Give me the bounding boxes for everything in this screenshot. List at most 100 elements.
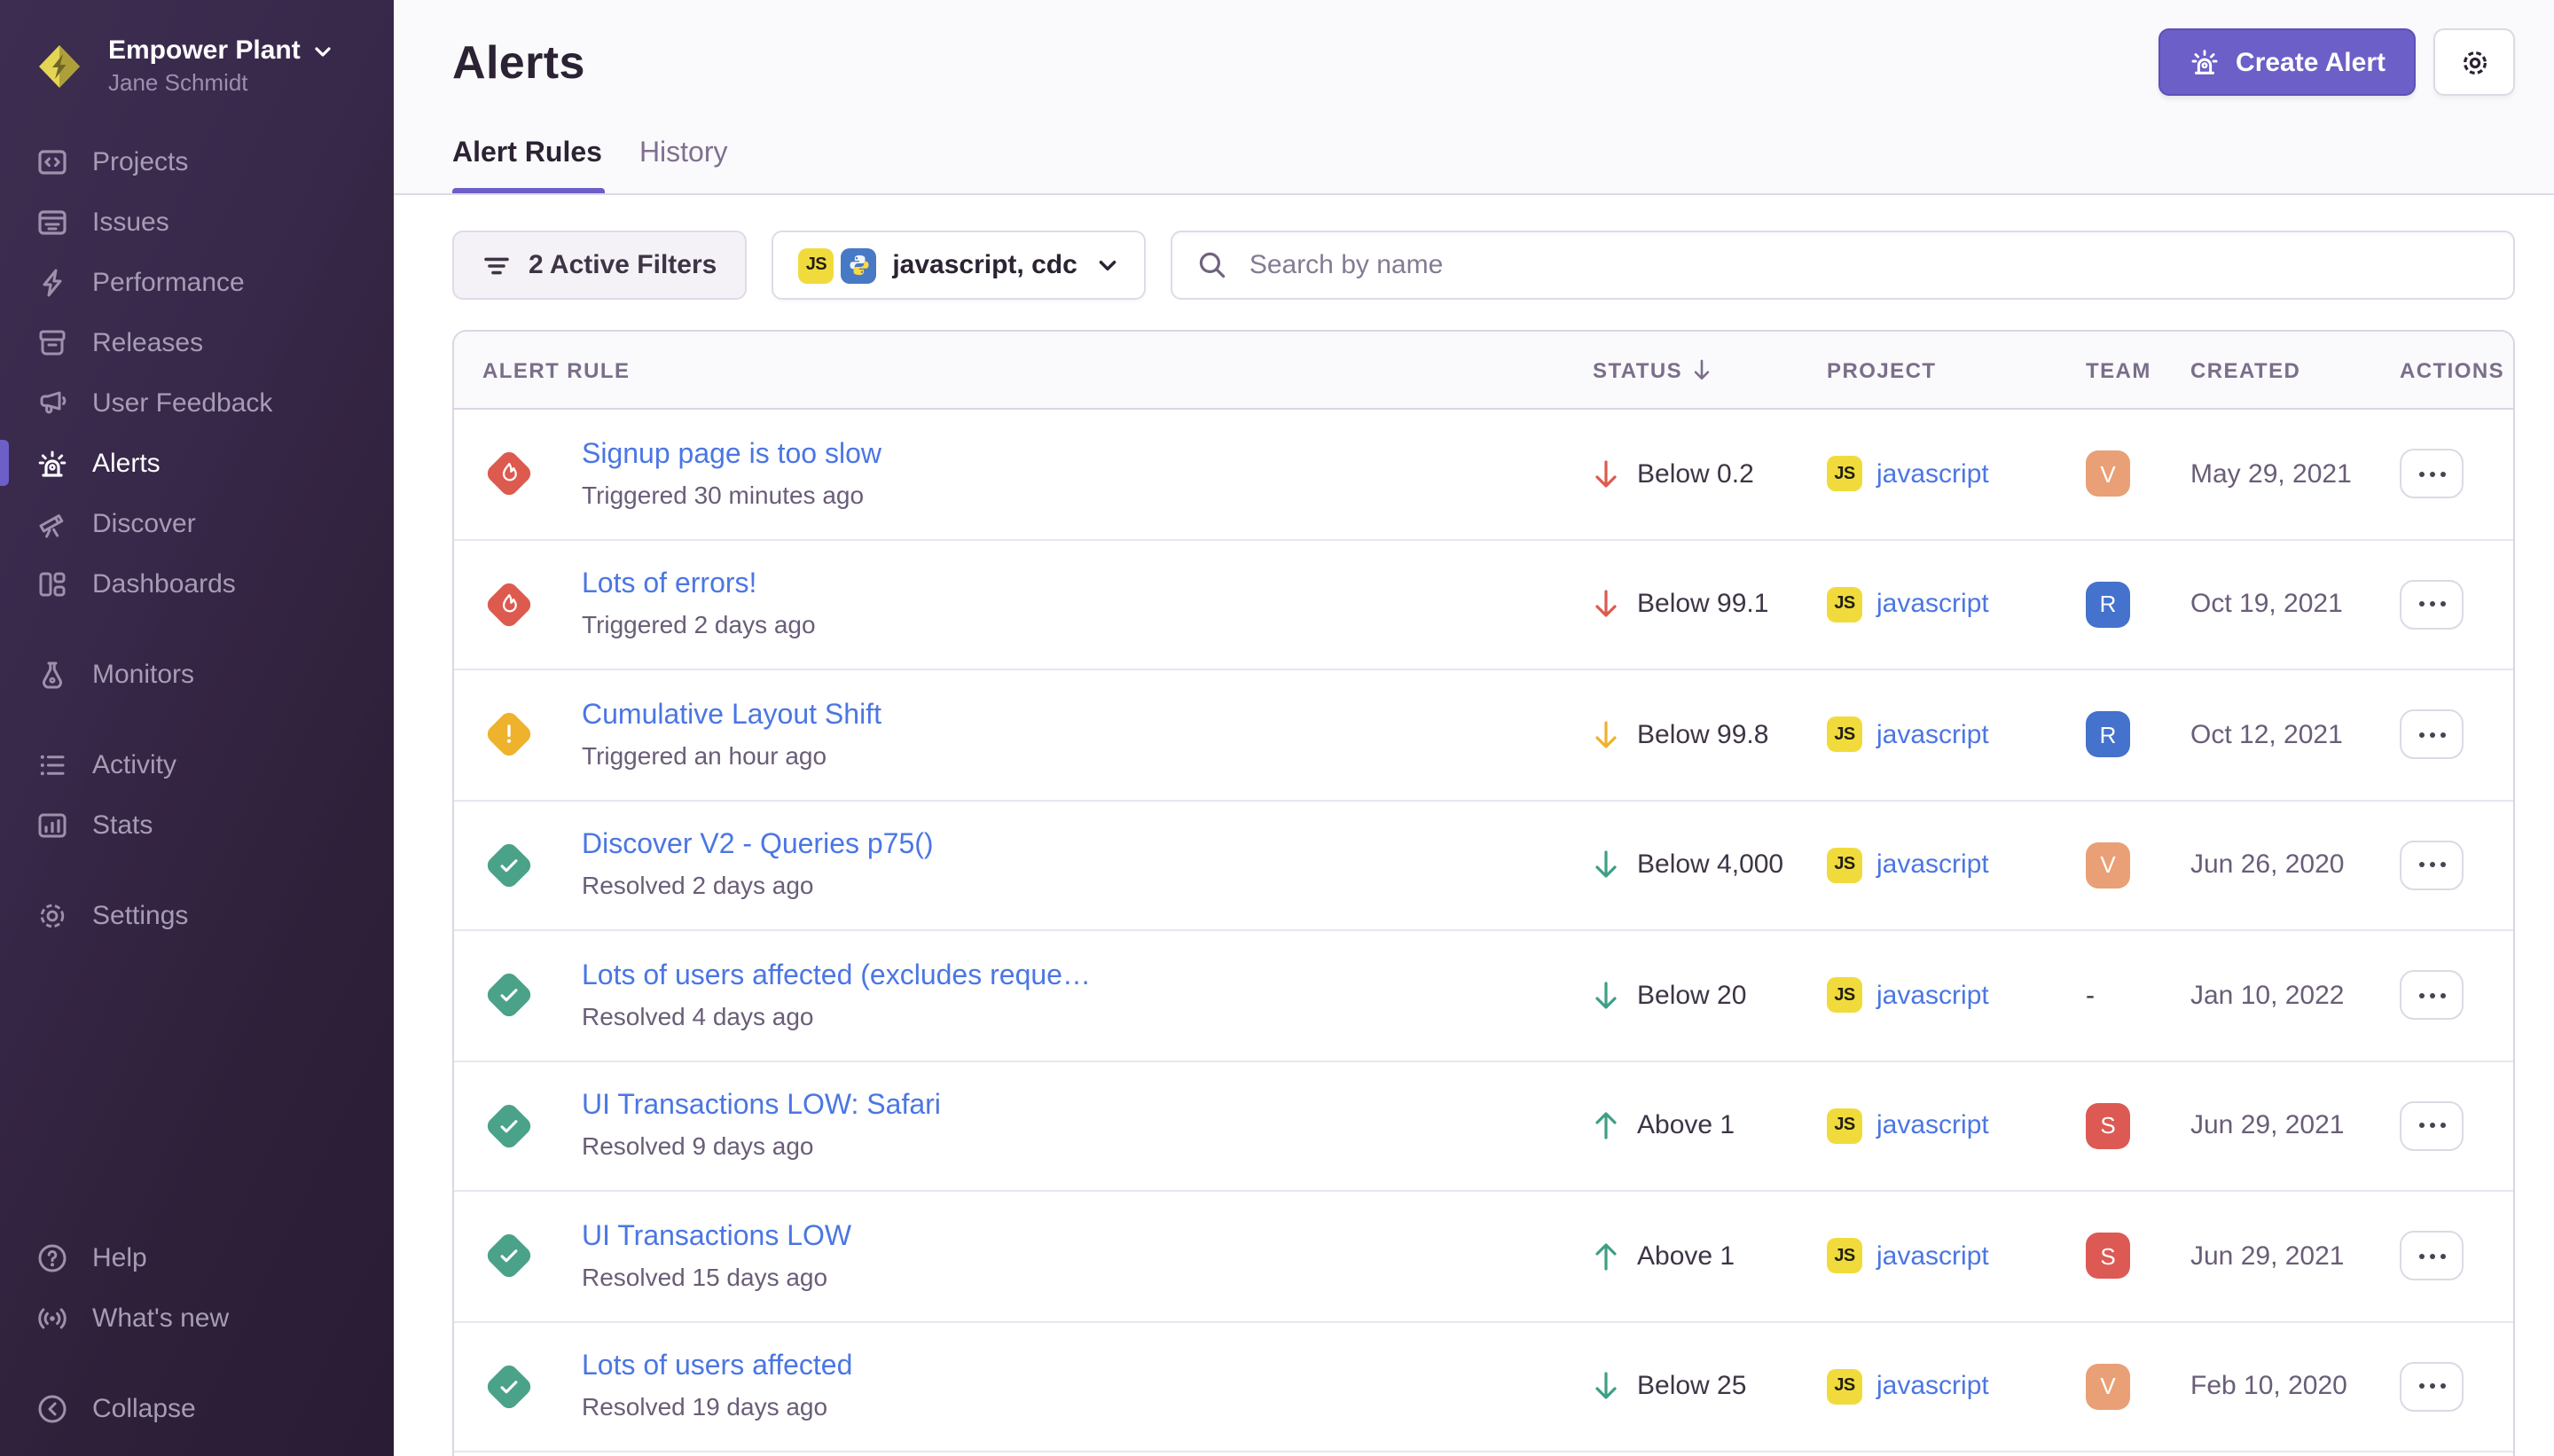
created-date: Feb 10, 2020 (2190, 1372, 2400, 1402)
projects-icon (35, 145, 69, 178)
main-content: Alerts Create Alert Alert Rules History (394, 0, 2554, 1456)
alert-warning-icon (484, 710, 534, 760)
project-link[interactable]: javascript (1876, 981, 1989, 1011)
chevron-down-icon (313, 41, 334, 62)
tab-alert-rules[interactable]: Alert Rules (452, 138, 606, 193)
row-actions-button[interactable] (2400, 710, 2464, 760)
tab-history[interactable]: History (639, 138, 732, 193)
sidebar-item-activity[interactable]: Activity (0, 734, 394, 795)
sidebar-item-label: Settings (92, 900, 188, 930)
sidebar-item-settings[interactable]: Settings (0, 885, 394, 945)
gear-icon (35, 898, 69, 932)
alert-rule-link[interactable]: Cumulative Layout Shift (582, 701, 881, 732)
alert-resolved-icon (484, 971, 534, 1021)
status-value: Below 99.1 (1637, 590, 1768, 620)
sidebar-item-label: Issues (92, 207, 169, 237)
column-header-project[interactable]: PROJECT (1827, 357, 2086, 382)
alert-rule-link[interactable]: Discover V2 - Queries p75() (582, 831, 934, 863)
issues-icon (35, 205, 69, 239)
created-date: Oct 19, 2021 (2190, 590, 2400, 620)
status-value: Below 0.2 (1637, 459, 1754, 489)
sidebar-item-projects[interactable]: Projects (0, 131, 394, 192)
table-row: Cumulative Layout Shift Triggered an hou… (454, 670, 2513, 801)
javascript-icon: JS (1827, 848, 1862, 883)
alert-rule-link[interactable]: Lots of errors! (582, 570, 816, 602)
sidebar: Empower Plant Jane Schmidt Projects Issu… (0, 0, 394, 1456)
sidebar-nav-activity: Activity Stats (0, 734, 394, 855)
create-alert-button[interactable]: Create Alert (2158, 28, 2416, 96)
status-value: Below 99.8 (1637, 720, 1768, 750)
releases-icon (35, 325, 69, 359)
table-header: ALERT RULE STATUS PROJECT TEAM CREATED A… (454, 332, 2513, 410)
created-date: Jun 29, 2021 (2190, 1241, 2400, 1272)
siren-icon (35, 446, 69, 480)
sidebar-item-label: Projects (92, 146, 188, 176)
sidebar-item-monitors[interactable]: Monitors (0, 644, 394, 704)
sidebar-item-alerts[interactable]: Alerts (0, 433, 394, 493)
table-row: Lots of users affected Resolved 19 days … (454, 1322, 2513, 1452)
user-name: Jane Schmidt (108, 67, 334, 98)
column-header-status[interactable]: STATUS (1593, 357, 1827, 382)
alerts-settings-button[interactable] (2433, 28, 2515, 96)
sort-descending-icon (1691, 358, 1711, 381)
project-link[interactable]: javascript (1876, 459, 1989, 489)
sidebar-item-performance[interactable]: Performance (0, 252, 394, 312)
sidebar-item-label: Alerts (92, 448, 161, 478)
alerts-body: 2 Active Filters JS javascript, cdc (394, 195, 2554, 1456)
project-selector[interactable]: JS javascript, cdc (772, 231, 1146, 300)
table-row: Discover V2 - Queries p75() Resolved 2 d… (454, 801, 2513, 931)
alert-rule-link[interactable]: Signup page is too slow (582, 440, 881, 472)
row-actions-button[interactable] (2400, 1101, 2464, 1151)
sidebar-item-help[interactable]: Help (0, 1227, 394, 1288)
active-filters-button[interactable]: 2 Active Filters (452, 231, 747, 300)
created-date: May 29, 2021 (2190, 459, 2400, 489)
project-link[interactable]: javascript (1876, 720, 1989, 750)
row-actions-button[interactable] (2400, 971, 2464, 1021)
sidebar-item-label: Stats (92, 810, 153, 840)
column-header-alert-rule[interactable]: ALERT RULE (454, 357, 1593, 382)
column-header-created[interactable]: CREATED (2190, 357, 2400, 382)
row-actions-button[interactable] (2400, 1362, 2464, 1412)
alert-rule-link[interactable]: Lots of users affected (excludes reque… (582, 961, 1091, 993)
org-switcher[interactable]: Empower Plant Jane Schmidt (0, 0, 394, 98)
project-link[interactable]: javascript (1876, 850, 1989, 881)
alert-rule-subtitle: Resolved 4 days ago (582, 1002, 1091, 1030)
search-icon (1198, 250, 1228, 280)
sidebar-item-whats-new[interactable]: What's new (0, 1288, 394, 1348)
table-row: UI Transactions LOW: Safari Resolved 9 d… (454, 1061, 2513, 1192)
alert-rule-subtitle: Triggered 30 minutes ago (582, 481, 881, 509)
page-header: Alerts Create Alert Alert Rules History (394, 0, 2554, 195)
create-alert-label: Create Alert (2236, 47, 2386, 77)
sidebar-item-dashboards[interactable]: Dashboards (0, 553, 394, 614)
column-header-team[interactable]: TEAM (2086, 357, 2190, 382)
search-input[interactable] (1246, 248, 2488, 282)
row-actions-button[interactable] (2400, 1232, 2464, 1281)
project-link[interactable]: javascript (1876, 1372, 1989, 1402)
created-date: Jan 10, 2022 (2190, 981, 2400, 1011)
alert-rule-link[interactable]: UI Transactions LOW (582, 1222, 851, 1254)
sidebar-item-user-feedback[interactable]: User Feedback (0, 372, 394, 433)
alert-rule-link[interactable]: Lots of users affected (582, 1352, 852, 1384)
alert-rule-subtitle: Triggered 2 days ago (582, 611, 816, 639)
sidebar-item-label: Help (92, 1242, 147, 1272)
sidebar-item-stats[interactable]: Stats (0, 795, 394, 855)
row-actions-button[interactable] (2400, 580, 2464, 630)
project-link[interactable]: javascript (1876, 1241, 1989, 1272)
javascript-icon: JS (798, 247, 834, 283)
table-row: Lots of users affected (excludes reque… … (454, 931, 2513, 1061)
row-actions-button[interactable] (2400, 450, 2464, 499)
arrow-down-icon (1593, 459, 1619, 489)
alert-rule-link[interactable]: UI Transactions LOW: Safari (582, 1092, 941, 1123)
sidebar-item-issues[interactable]: Issues (0, 192, 394, 252)
arrow-down-icon (1593, 981, 1619, 1011)
arrow-down-icon (1593, 850, 1619, 881)
project-link[interactable]: javascript (1876, 590, 1989, 620)
sidebar-item-collapse[interactable]: Collapse (0, 1378, 394, 1438)
sidebar-item-discover[interactable]: Discover (0, 493, 394, 553)
search-bar (1171, 231, 2515, 300)
row-actions-button[interactable] (2400, 841, 2464, 890)
alert-rule-subtitle: Resolved 15 days ago (582, 1263, 851, 1291)
project-link[interactable]: javascript (1876, 1111, 1989, 1141)
sidebar-item-releases[interactable]: Releases (0, 312, 394, 372)
javascript-icon: JS (1827, 1239, 1862, 1274)
